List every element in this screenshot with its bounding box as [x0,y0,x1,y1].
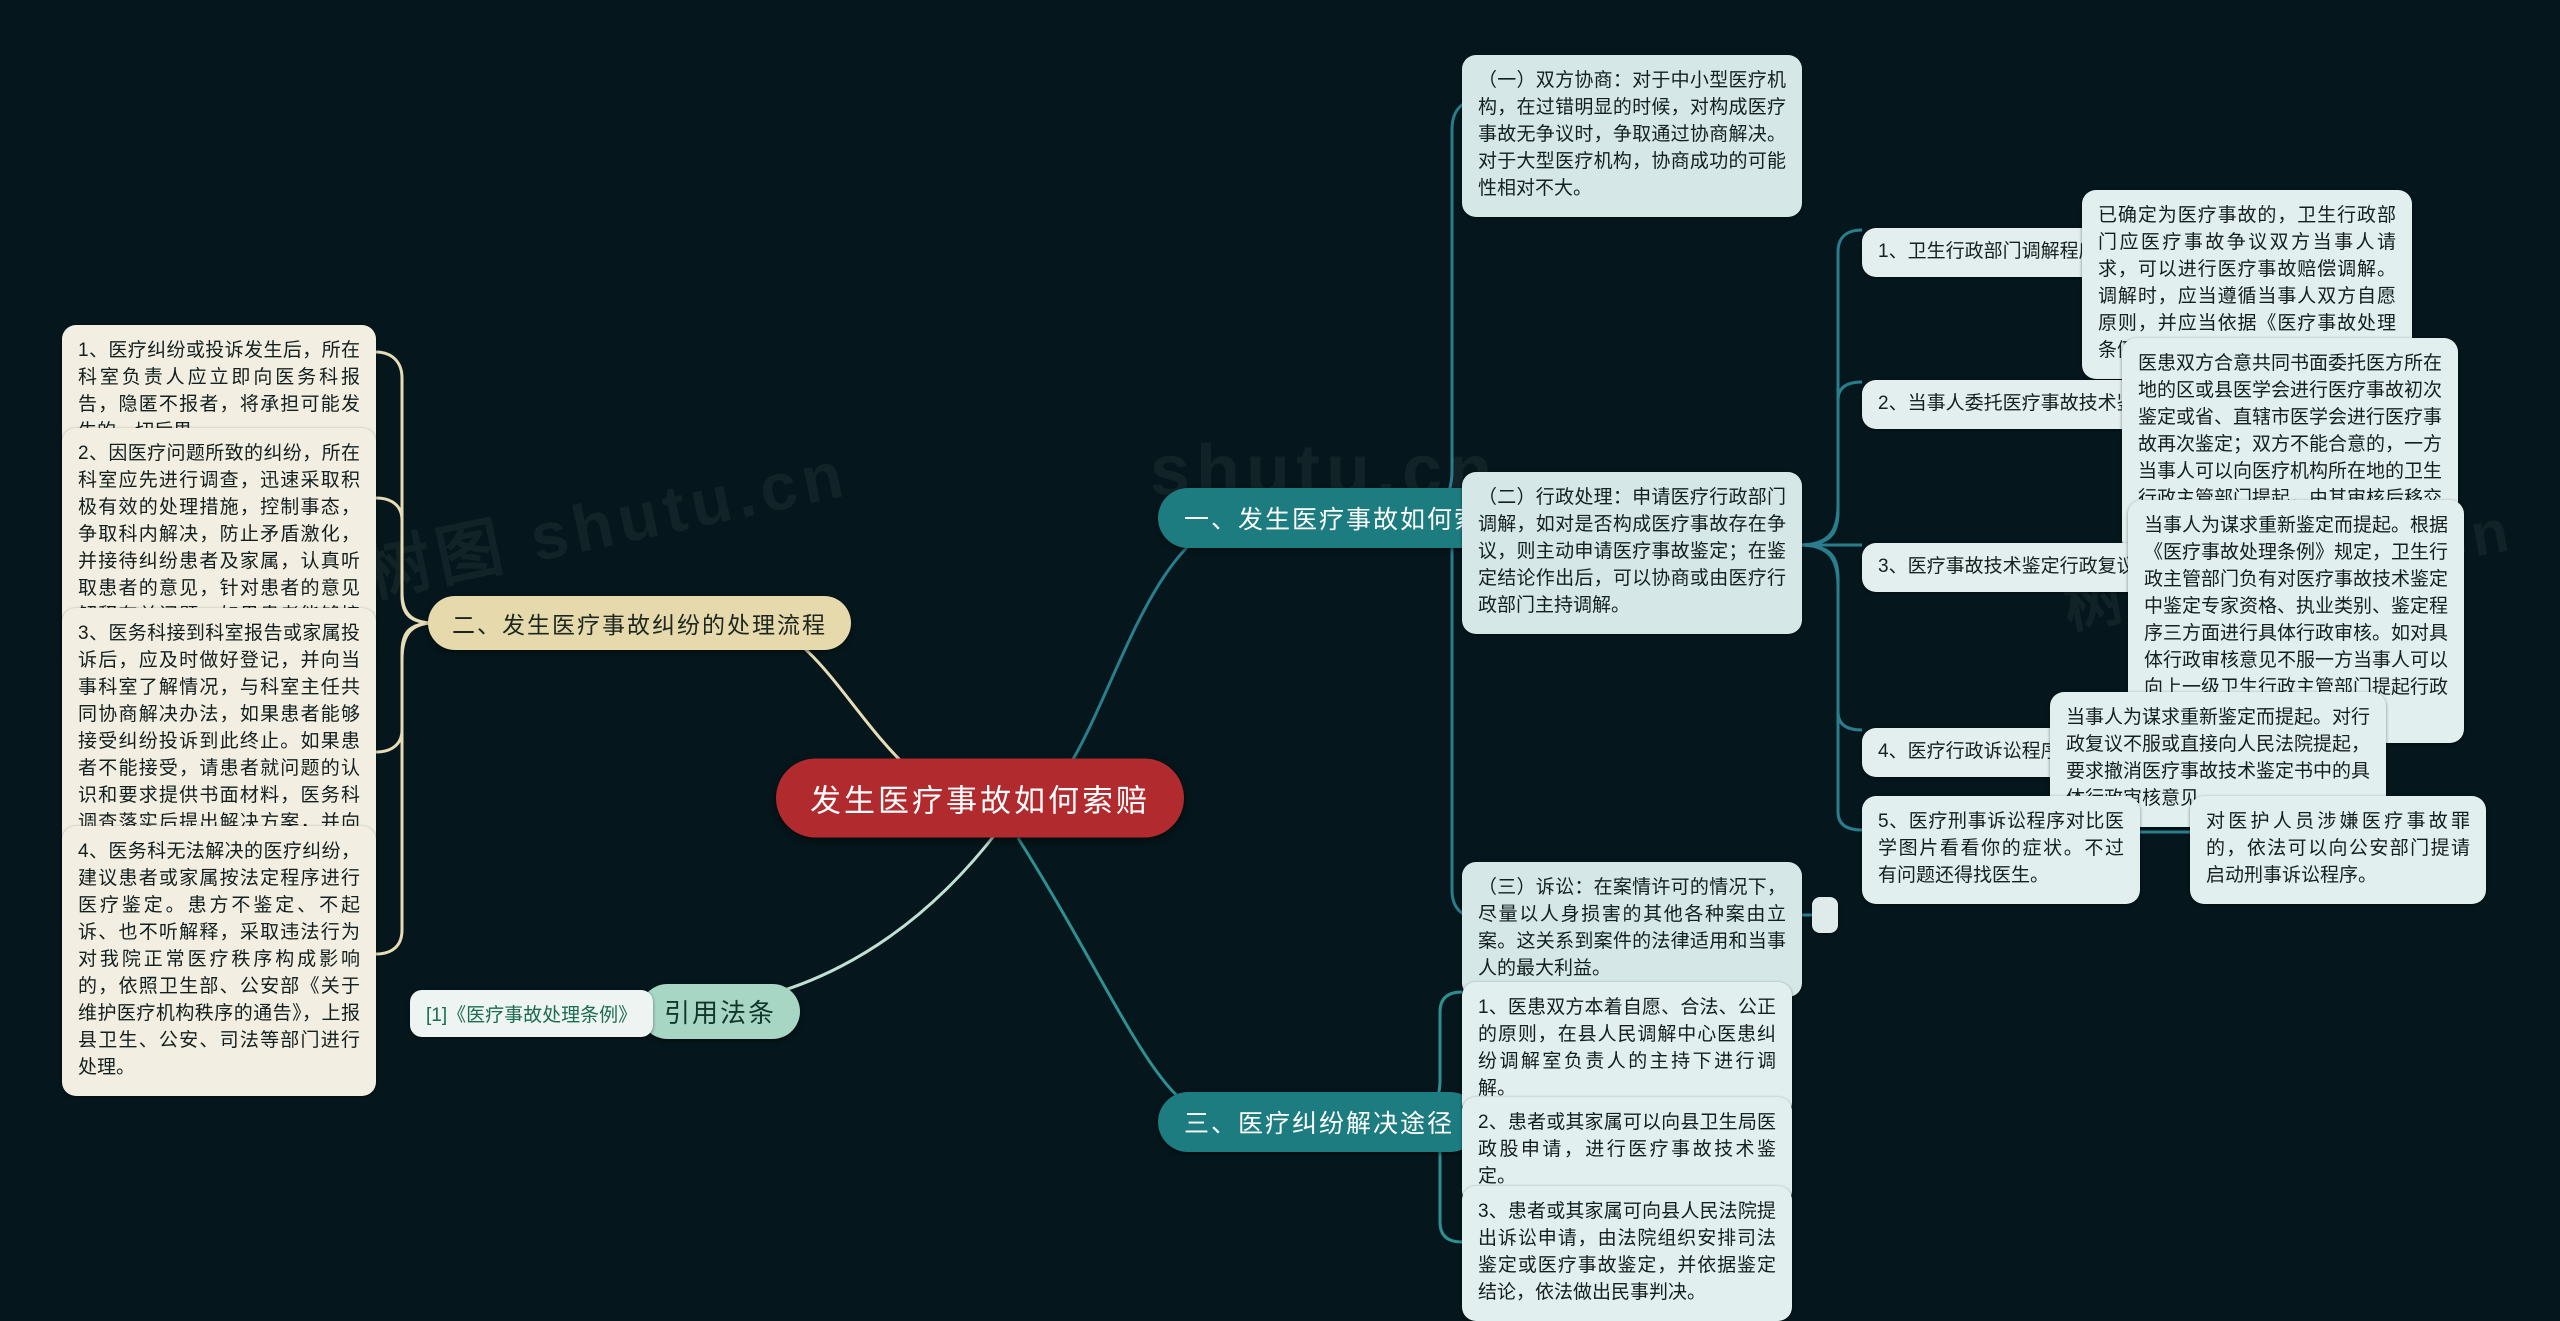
branch-label-law[interactable]: 引用法条 [640,984,801,1039]
card-text: （一）双方协商：对于中小型医疗机构，在过错明显的时候，对构成医疗事故无争议时，争… [1462,55,1802,217]
sub-label[interactable]: 5、医疗刑事诉讼程序对比医学图片看看你的症状。不过有问题还得找医生。 [1862,796,2140,904]
law-ref-text: [1]《医疗事故处理条例》 [410,990,654,1037]
b1-child-1[interactable]: （一）双方协商：对于中小型医疗机构，在过错明显的时候，对构成医疗事故无争议时，争… [1462,55,1802,217]
sub-label[interactable]: 1、卫生行政部门调解程序 [1862,228,2114,277]
b1-child-2[interactable]: （二）行政处理：申请医疗行政部门调解，如对是否构成医疗事故存在争议，则主动申请医… [1462,472,1802,634]
card-text: 3、患者或其家属可向县人民法院提出诉讼申请，由法院组织安排司法鉴定或医疗事故鉴定… [1462,1186,1792,1321]
collapse-toggle[interactable] [1812,897,1838,933]
branch-label-3[interactable]: 三、医疗纠纷解决途径 [1158,1092,1481,1152]
mindmap-canvas: 树图 shutu.cn shutu.cn 树图·shutu.cn [0,0,2560,1321]
branch-node-3[interactable]: 三、医疗纠纷解决途径 [1158,1092,1481,1152]
b1-child-3[interactable]: （三）诉讼：在案情许可的情况下，尽量以人身损害的其他各种案由立案。这关系到案件的… [1462,862,1802,997]
b1-c2-sub-1[interactable]: 1、卫生行政部门调解程序 [1862,228,2114,277]
branch-label-2[interactable]: 二、发生医疗事故纠纷的处理流程 [428,596,851,650]
branch-node-law[interactable]: 引用法条 [640,984,801,1039]
b1-c2-sub-5[interactable]: 5、医疗刑事诉讼程序对比医学图片看看你的症状。不过有问题还得找医生。 [1862,796,2140,904]
watermark-1: 树图 shutu.cn [358,435,855,611]
root-node[interactable]: 发生医疗事故如何索赔 [776,758,1184,838]
b2-child-4[interactable]: 4、医务科无法解决的医疗纠纷，建议患者或家属按法定程序进行医疗鉴定。患方不鉴定、… [62,826,376,1096]
card-text: 4、医务科无法解决的医疗纠纷，建议患者或家属按法定程序进行医疗鉴定。患方不鉴定、… [62,826,376,1096]
sub-label[interactable]: 4、医疗行政诉讼程序 [1862,728,2076,777]
card-text: （二）行政处理：申请医疗行政部门调解，如对是否构成医疗事故存在争议，则主动申请医… [1462,472,1802,634]
b3-child-3[interactable]: 3、患者或其家属可向县人民法院提出诉讼申请，由法院组织安排司法鉴定或医疗事故鉴定… [1462,1186,1792,1321]
law-item-1[interactable]: [1]《医疗事故处理条例》 [410,990,654,1037]
card-text: （三）诉讼：在案情许可的情况下，尽量以人身损害的其他各种案由立案。这关系到案件的… [1462,862,1802,997]
detail-text: 对医护人员涉嫌医疗事故罪的，依法可以向公安部门提请启动刑事诉讼程序。 [2190,796,2486,904]
b1-c2-sub-4[interactable]: 4、医疗行政诉讼程序 [1862,728,2076,777]
b1-c2-sub-5-detail[interactable]: 对医护人员涉嫌医疗事故罪的，依法可以向公安部门提请启动刑事诉讼程序。 [2190,796,2486,904]
branch-node-2[interactable]: 二、发生医疗事故纠纷的处理流程 [428,596,851,650]
